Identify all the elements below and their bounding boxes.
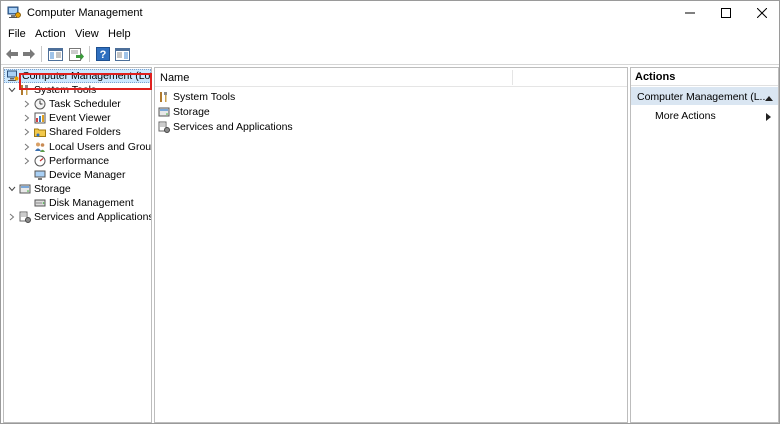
export-list-icon[interactable] (68, 46, 84, 62)
list-column-header: Name (155, 68, 627, 87)
tree-item-shared-folders[interactable]: Shared Folders (22, 125, 121, 139)
tree-item-disk-management[interactable]: Disk Management (34, 196, 134, 210)
computer-management-icon (7, 6, 21, 19)
column-divider[interactable] (512, 70, 513, 85)
storage-icon (158, 106, 170, 118)
svg-text:?: ? (100, 49, 107, 61)
storage-icon (19, 183, 31, 195)
tree-label: Event Viewer (49, 112, 111, 124)
actions-section-label: Computer Management (L... (637, 91, 769, 103)
toolbar-separator (41, 46, 42, 62)
collapse-up-icon[interactable] (765, 92, 773, 104)
tree-label: Performance (49, 155, 110, 167)
maximize-button[interactable] (707, 1, 745, 25)
tree-item-services-and-applications[interactable]: Services and Applications (7, 210, 152, 224)
tree-label: Shared Folders (49, 126, 121, 138)
tree-item-event-viewer[interactable]: Event Viewer (22, 111, 111, 125)
results-pane: Name System Tools Storage Services and A… (154, 67, 628, 423)
console-tree-pane: Computer Management (Local System Tools … (3, 67, 152, 423)
chevron-right-icon[interactable] (22, 142, 32, 152)
computer-management-window: Computer Management File Action View Hel… (0, 0, 780, 424)
toolbar-separator (89, 46, 90, 62)
chevron-down-icon[interactable] (7, 184, 17, 194)
services-icon (158, 121, 170, 133)
highlight-box (19, 73, 152, 90)
users-icon (34, 141, 46, 153)
chevron-right-icon[interactable] (22, 127, 32, 137)
chevron-right-icon[interactable] (22, 156, 32, 166)
help-icon[interactable]: ? (95, 46, 111, 62)
list-item-storage[interactable]: Storage (158, 104, 210, 119)
more-actions-item[interactable]: More Actions (655, 110, 716, 122)
list-item-services-and-applications[interactable]: Services and Applications (158, 119, 293, 134)
chevron-right-icon[interactable] (22, 113, 32, 123)
disk-management-icon (34, 197, 46, 209)
shared-folder-icon (34, 126, 46, 138)
computer-management-icon (7, 70, 19, 82)
actions-section-computer-management[interactable]: Computer Management (L... (631, 87, 778, 105)
menu-view[interactable]: View (75, 28, 99, 40)
chevron-down-icon[interactable] (7, 85, 17, 95)
list-item-label: Storage (173, 105, 210, 118)
performance-icon (34, 155, 46, 167)
close-button[interactable] (743, 1, 780, 25)
window-title: Computer Management (27, 7, 143, 19)
show-hide-tree-icon[interactable] (47, 46, 63, 62)
column-name-header[interactable]: Name (160, 72, 189, 84)
tools-icon (158, 91, 170, 103)
list-item-label: Services and Applications (173, 120, 293, 133)
tree-item-task-scheduler[interactable]: Task Scheduler (22, 97, 121, 111)
tree-label: Task Scheduler (49, 98, 121, 110)
tree-label: Local Users and Groups (49, 141, 152, 153)
tree-item-storage[interactable]: Storage (7, 182, 71, 196)
event-viewer-icon (34, 112, 46, 124)
menu-bar: File Action View Help (1, 25, 779, 43)
services-icon (19, 211, 31, 223)
chevron-right-icon[interactable] (22, 99, 32, 109)
menu-file[interactable]: File (8, 28, 26, 40)
chevron-right-icon[interactable] (7, 212, 17, 222)
tree-item-performance[interactable]: Performance (22, 154, 109, 168)
tree-label: Services and Applications (34, 211, 152, 223)
list-item-system-tools[interactable]: System Tools (158, 89, 235, 104)
tree-item-device-manager[interactable]: Device Manager (34, 168, 125, 182)
list-item-label: System Tools (173, 90, 236, 103)
tree-label: Storage (34, 183, 71, 195)
menu-help[interactable]: Help (108, 28, 131, 40)
title-bar: Computer Management (1, 1, 779, 25)
toolbar: ? (1, 43, 779, 65)
actions-pane: Actions Computer Management (L... More A… (630, 67, 779, 423)
tree-label: Device Manager (49, 169, 126, 181)
tree-label: Disk Management (49, 197, 134, 209)
clock-icon (34, 98, 46, 110)
actions-header: Actions (631, 68, 778, 86)
minimize-button[interactable] (671, 1, 709, 25)
actions-title: Actions (635, 71, 676, 83)
back-icon[interactable] (4, 46, 20, 62)
tree-item-local-users-and-groups[interactable]: Local Users and Groups (22, 140, 152, 154)
submenu-arrow-icon[interactable] (766, 112, 771, 124)
forward-icon[interactable] (21, 46, 37, 62)
device-manager-icon (34, 169, 46, 181)
show-hide-action-pane-icon[interactable] (114, 46, 130, 62)
menu-action[interactable]: Action (35, 28, 66, 40)
